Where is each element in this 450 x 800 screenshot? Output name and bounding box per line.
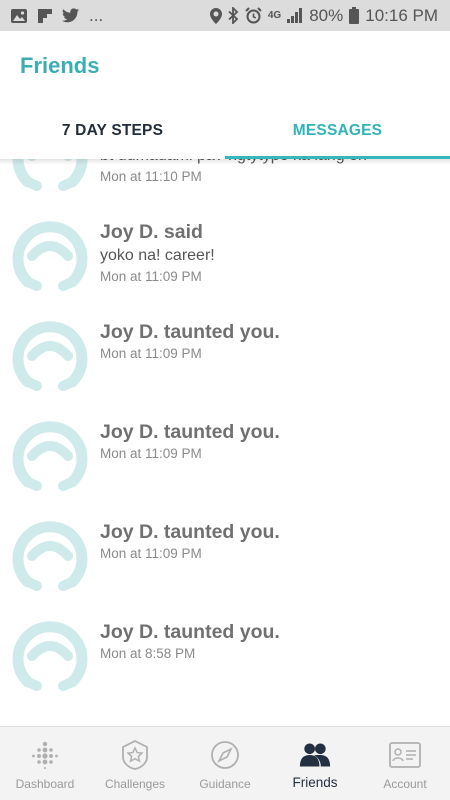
feed-item-0[interactable]: Joy D. said bt dumadami pa? ngtytype ka … <box>0 159 450 200</box>
friend-avatar[interactable] <box>10 516 90 596</box>
bluetooth-icon <box>228 7 239 24</box>
feed-item-time: Mon at 8:58 PM <box>100 646 196 661</box>
nav-label: Guidance <box>199 777 251 791</box>
feed-item-text: Joy D. taunted you. Mon at 11:09 PM <box>100 320 440 364</box>
message-feed[interactable]: Joy D. said bt dumadami pa? ngtytype ka … <box>0 159 450 726</box>
friend-avatar[interactable] <box>10 616 90 696</box>
friend-avatar[interactable] <box>10 216 90 296</box>
feed-item-2[interactable]: Joy D. taunted you. Mon at 11:09 PM <box>0 300 450 400</box>
feed-item-text: Joy D. said bt dumadami pa? ngtytype ka … <box>100 159 440 187</box>
feed-item-author: Joy D. taunted you. <box>100 521 280 543</box>
image-icon <box>10 8 28 24</box>
page-title: Friends <box>20 53 100 78</box>
status-bar: ... 4G 80% 10:16 PM <box>0 0 450 31</box>
star-badge-icon <box>119 739 151 771</box>
compass-icon <box>209 739 241 771</box>
status-overflow: ... <box>89 5 104 25</box>
nav-friends[interactable]: Friends <box>270 727 360 800</box>
signal-icon <box>287 8 303 23</box>
tab-7-day-steps[interactable]: 7 DAY STEPS <box>0 111 225 159</box>
clock: 10:16 PM <box>365 5 438 25</box>
nav-guidance[interactable]: Guidance <box>180 727 270 800</box>
feed-list: Joy D. said bt dumadami pa? ngtytype ka … <box>0 159 450 700</box>
feed-item-3[interactable]: Joy D. taunted you. Mon at 11:09 PM <box>0 400 450 500</box>
id-card-icon <box>389 739 421 771</box>
feed-item-time: Mon at 11:09 PM <box>100 446 202 461</box>
friend-avatar[interactable] <box>10 416 90 496</box>
nav-label: Friends <box>292 775 338 790</box>
dots-grid-icon <box>29 739 61 771</box>
feed-item-time: Mon at 11:09 PM <box>100 269 202 284</box>
nav-account[interactable]: Account <box>360 727 450 800</box>
bottom-nav: Dashboard Challenges Guidance Friends Ac… <box>0 726 450 800</box>
feed-item-text: Joy D. taunted you. Mon at 8:58 PM <box>100 620 440 664</box>
feed-item-time: Mon at 11:10 PM <box>100 169 202 184</box>
feed-item-text: Joy D. taunted you. Mon at 11:09 PM <box>100 420 440 464</box>
friend-avatar[interactable] <box>10 159 90 196</box>
nav-label: Dashboard <box>15 777 75 791</box>
battery-icon <box>349 7 360 24</box>
feed-item-5[interactable]: Joy D. taunted you. Mon at 8:58 PM <box>0 600 450 700</box>
feed-item-author: Joy D. taunted you. <box>100 621 280 643</box>
feed-item-1[interactable]: Joy D. said yoko na! career! Mon at 11:0… <box>0 200 450 300</box>
alarm-icon <box>245 7 262 24</box>
status-left: ... <box>10 6 103 26</box>
feed-item-message: bt dumadami pa? ngtytype ka lang eh <box>100 159 440 167</box>
friend-avatar[interactable] <box>10 316 90 396</box>
nav-dashboard[interactable]: Dashboard <box>0 727 90 800</box>
nav-label: Account <box>383 777 427 791</box>
network-type: 4G <box>267 9 282 21</box>
location-icon <box>209 7 222 24</box>
tab-bar: 7 DAY STEPS MESSAGES <box>0 111 450 159</box>
tab-messages[interactable]: MESSAGES <box>225 111 450 159</box>
feed-item-author: Joy D. taunted you. <box>100 421 280 443</box>
feed-item-4[interactable]: Joy D. taunted you. Mon at 11:09 PM <box>0 500 450 600</box>
feed-item-author: Joy D. taunted you. <box>100 321 280 343</box>
twitter-icon <box>62 8 80 23</box>
app-header: Friends 7 DAY STEPS MESSAGES <box>0 31 450 159</box>
status-right: 4G 80% 10:16 PM <box>209 5 438 26</box>
feed-item-text: Joy D. said yoko na! career! Mon at 11:0… <box>100 220 440 287</box>
nav-label: Challenges <box>104 777 166 791</box>
feed-item-time: Mon at 11:09 PM <box>100 346 202 361</box>
feed-item-text: Joy D. taunted you. Mon at 11:09 PM <box>100 520 440 564</box>
feed-item-time: Mon at 11:09 PM <box>100 546 202 561</box>
flipboard-icon <box>37 8 53 24</box>
feed-item-author: Joy D. said <box>100 221 203 243</box>
nav-challenges[interactable]: Challenges <box>90 727 180 800</box>
feed-item-message: yoko na! career! <box>100 247 215 264</box>
people-icon <box>299 739 331 771</box>
battery-percent: 80% <box>309 5 344 25</box>
